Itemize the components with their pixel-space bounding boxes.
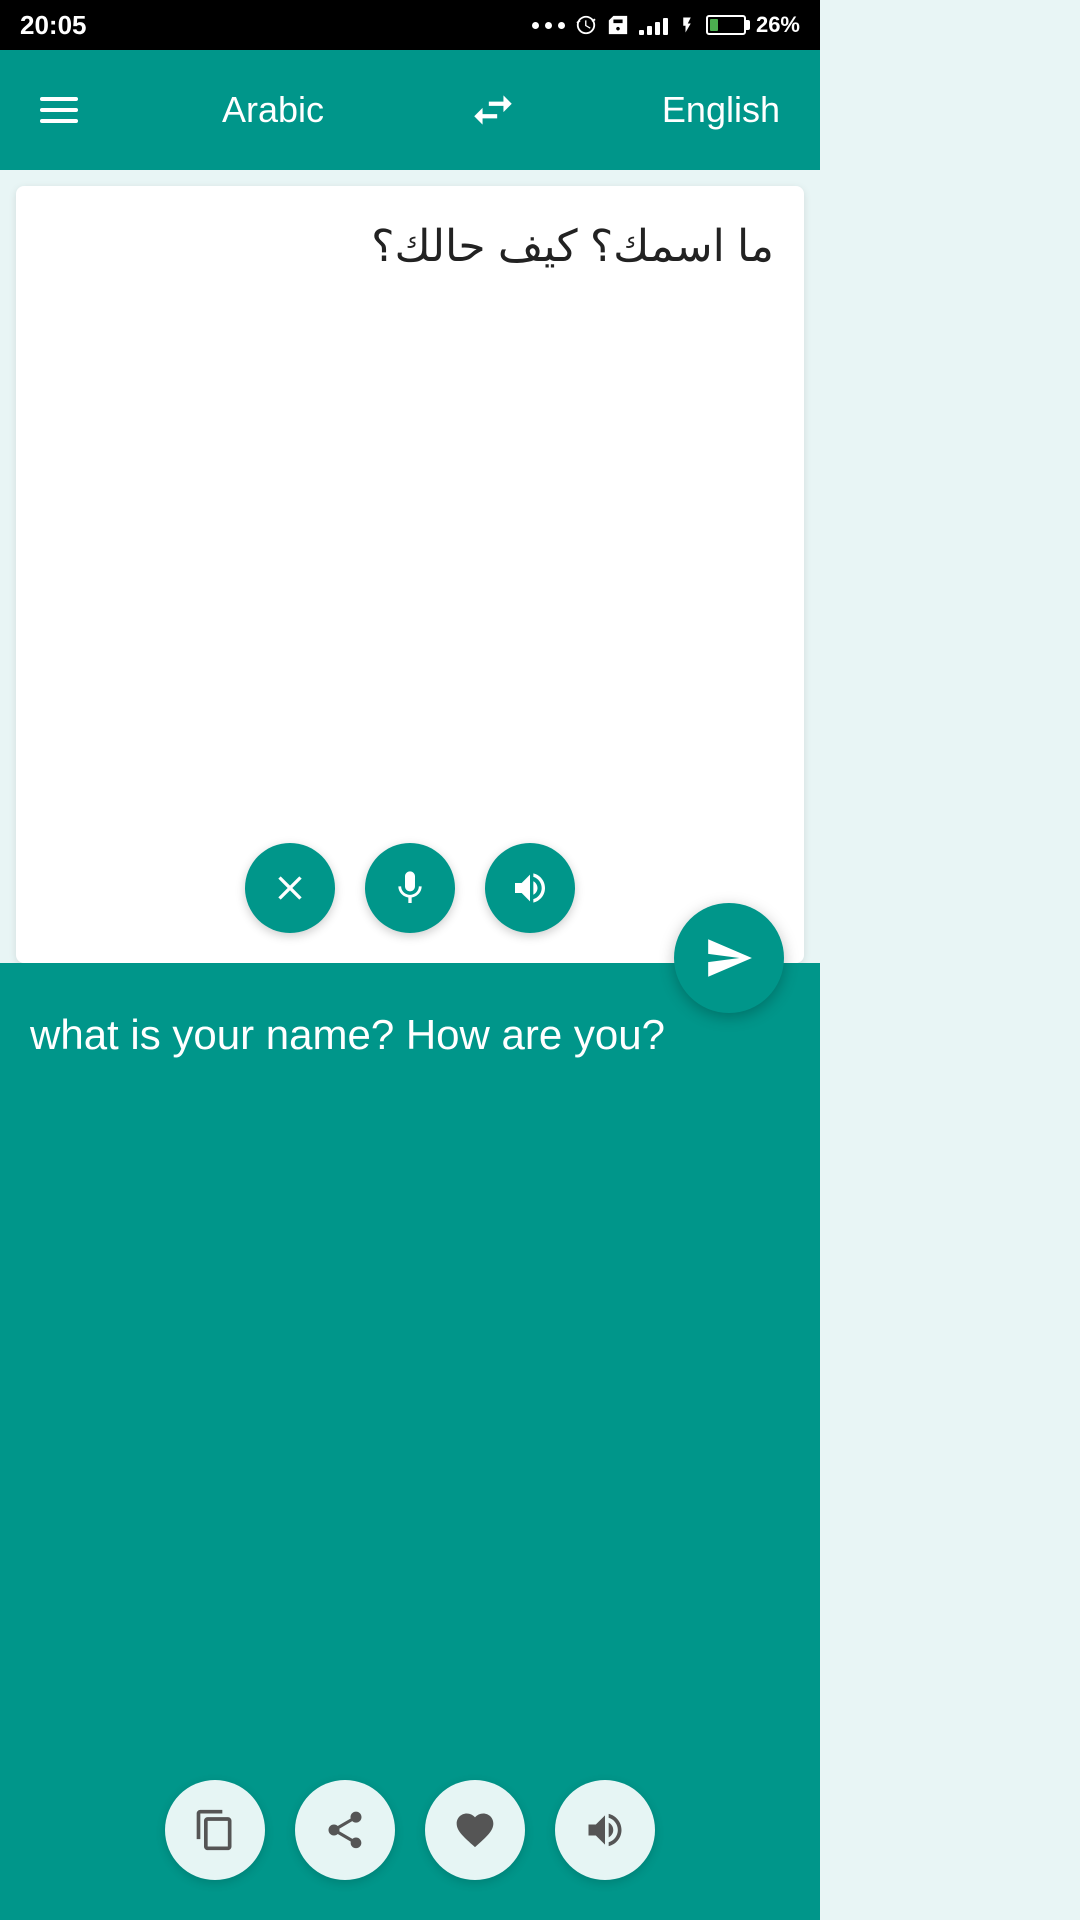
battery-percent: 26%: [756, 12, 800, 38]
status-bar: 20:05 26%: [0, 0, 820, 50]
menu-button[interactable]: [40, 97, 78, 123]
status-time: 20:05: [20, 10, 87, 41]
signal-icon: [639, 15, 668, 35]
favorite-button[interactable]: [425, 1780, 525, 1880]
target-language-button[interactable]: English: [662, 89, 780, 131]
output-text: what is your name? How are you?: [30, 1003, 790, 1066]
sim-icon: [607, 14, 629, 36]
dots-icon: [532, 22, 565, 29]
status-icons: 26%: [532, 12, 800, 38]
charging-icon: [678, 14, 696, 36]
input-speak-button[interactable]: [485, 843, 575, 933]
output-actions: [165, 1780, 655, 1880]
battery-indicator: [706, 15, 746, 35]
output-panel: what is your name? How are you?: [0, 963, 820, 1920]
alarm-icon: [575, 14, 597, 36]
input-text: ما اسمك؟ كيف حالك؟: [46, 216, 774, 853]
clear-button[interactable]: [245, 843, 335, 933]
copy-button[interactable]: [165, 1780, 265, 1880]
output-speak-button[interactable]: [555, 1780, 655, 1880]
share-button[interactable]: [295, 1780, 395, 1880]
main-content: ما اسمك؟ كيف حالك؟: [0, 170, 820, 1920]
input-panel: ما اسمك؟ كيف حالك؟: [16, 186, 804, 963]
translate-button[interactable]: [674, 903, 784, 1013]
swap-languages-button[interactable]: [468, 85, 518, 135]
header: Arabic English: [0, 50, 820, 170]
source-language-button[interactable]: Arabic: [222, 89, 324, 131]
input-panel-wrapper: ما اسمك؟ كيف حالك؟: [16, 186, 804, 963]
input-actions: [245, 843, 575, 933]
microphone-button[interactable]: [365, 843, 455, 933]
